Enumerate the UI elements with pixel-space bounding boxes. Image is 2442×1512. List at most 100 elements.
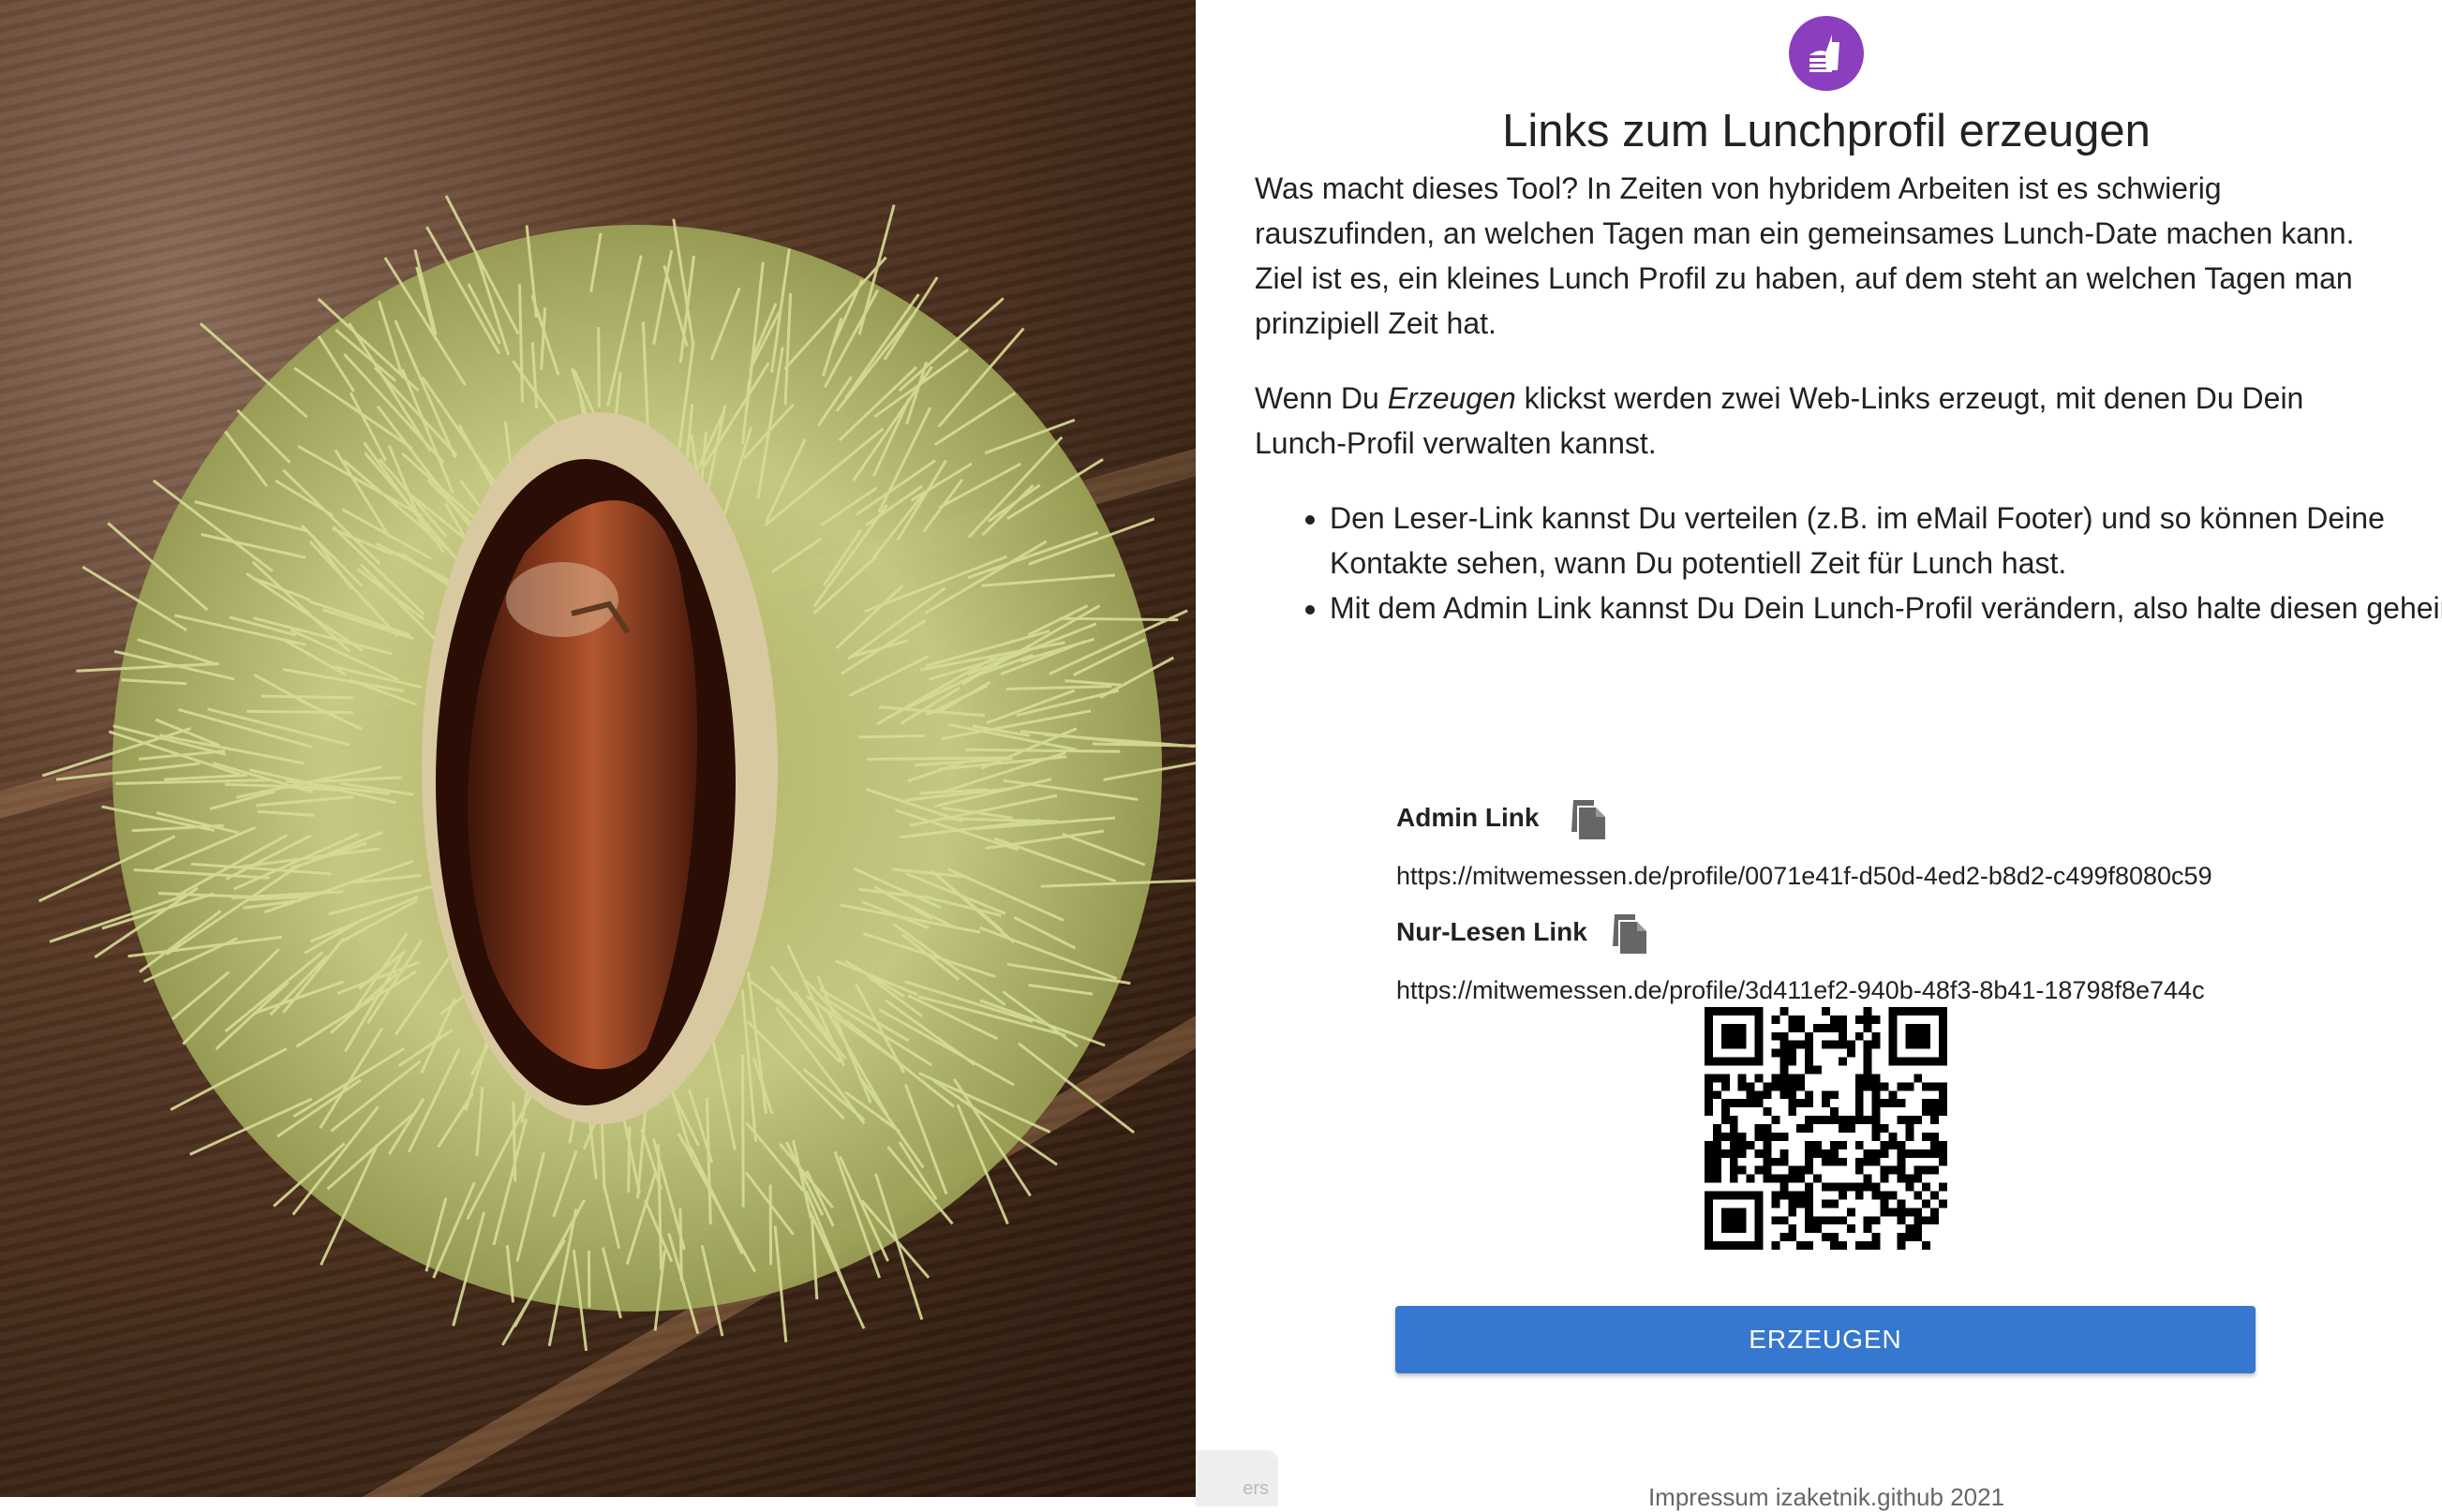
qr-module: [1805, 1216, 1814, 1225]
generate-button[interactable]: ERZEUGEN: [1395, 1306, 2256, 1373]
qr-module: [1846, 1048, 1855, 1058]
qr-module: [1822, 1199, 1830, 1208]
qr-module: [1822, 1090, 1830, 1100]
qr-module: [1796, 1191, 1806, 1200]
qr-module: [1788, 1233, 1797, 1242]
qr-module: [1763, 1082, 1772, 1091]
qr-module: [1788, 1224, 1797, 1234]
qr-module: [1829, 1090, 1839, 1100]
qr-module: [1880, 1082, 1889, 1091]
qr-module: [1829, 1216, 1839, 1225]
qr-module: [1788, 1074, 1797, 1083]
qr-module: [1805, 1224, 1814, 1234]
qr-module: [1888, 1099, 1898, 1108]
qr-module: [1729, 1149, 1738, 1158]
qr-module: [1897, 1099, 1906, 1108]
qr-module: [1737, 1074, 1747, 1083]
qr-module: [1922, 1241, 1931, 1250]
qr-module: [1805, 1116, 1814, 1125]
husk-spike: [741, 1054, 745, 1208]
qr-module: [1779, 1216, 1789, 1225]
qr-module: [1854, 1015, 1864, 1024]
qr-module: [1871, 1149, 1881, 1158]
qr-module: [1788, 1090, 1797, 1100]
qr-module: [1805, 1057, 1814, 1066]
qr-module: [1822, 1007, 1830, 1015]
qr-module: [1863, 1015, 1872, 1024]
qr-module: [1729, 1140, 1738, 1149]
qr-module: [1913, 1074, 1923, 1083]
qr-module: [1871, 1082, 1881, 1091]
page-title: Links zum Lunchprofil erzeugen: [1502, 106, 2151, 156]
qr-module: [1888, 1090, 1898, 1100]
qr-module: [1729, 1132, 1738, 1141]
qr-module: [1888, 1208, 1898, 1217]
qr-module: [1754, 1132, 1764, 1141]
copy-admin-link-icon[interactable]: [1568, 798, 1609, 841]
qr-module: [1854, 1182, 1864, 1192]
qr-module: [1813, 1140, 1823, 1149]
husk-spike: [261, 694, 353, 700]
qr-module: [1763, 1149, 1772, 1158]
qr-module: [1829, 1182, 1839, 1192]
qr-module: [1796, 1174, 1806, 1183]
qr-module: [1771, 1241, 1780, 1250]
qr-module: [1771, 1074, 1780, 1083]
qr-module: [1779, 1157, 1789, 1166]
list-item: Den Leser-Link kannst Du verteilen (z.B.…: [1330, 496, 2442, 586]
qr-module: [1705, 1149, 1713, 1158]
qr-module: [1788, 1057, 1797, 1066]
generate-explanation: Wenn Du Erzeugen klickst werden zwei Web…: [1255, 376, 2393, 466]
qr-code: [1705, 1007, 1947, 1250]
qr-module: [1838, 1182, 1847, 1192]
admin-link-url[interactable]: https://mitwemessen.de/profile/0071e41f-…: [1396, 862, 2212, 891]
qr-module: [1805, 1099, 1814, 1108]
qr-module: [1788, 1208, 1797, 1217]
qr-module: [1737, 1132, 1747, 1141]
qr-module: [1754, 1124, 1764, 1133]
qr-module: [1838, 1057, 1847, 1066]
content-panel: Links zum Lunchprofil erzeugen Was macht…: [1196, 0, 2442, 1511]
qr-module: [1805, 1241, 1814, 1250]
qr-module: [1805, 1090, 1814, 1100]
qr-module: [1805, 1140, 1814, 1149]
qr-module: [1712, 1149, 1721, 1158]
qr-module: [1905, 1116, 1914, 1125]
qr-module: [1796, 1040, 1806, 1049]
qr-module: [1838, 1140, 1847, 1149]
qr-module: [1788, 1082, 1797, 1091]
qr-module: [1805, 1149, 1814, 1158]
qr-module: [1771, 1082, 1780, 1091]
copy-readonly-link-icon[interactable]: [1609, 912, 1650, 956]
qr-module: [1913, 1216, 1923, 1225]
qr-module: [1763, 1140, 1772, 1149]
qr-module: [1805, 1040, 1814, 1049]
footer-imprint[interactable]: Impressum izaketnik.github 2021: [1196, 1483, 2442, 1512]
qr-module: [1705, 1157, 1713, 1166]
qr-module: [1888, 1132, 1898, 1141]
qr-module: [1729, 1174, 1738, 1183]
qr-module: [1939, 1199, 1947, 1208]
qr-module: [1822, 1099, 1830, 1108]
qr-module: [1863, 1082, 1872, 1091]
qr-module: [1939, 1182, 1947, 1192]
qr-module: [1771, 1216, 1780, 1225]
qr-module: [1930, 1082, 1940, 1091]
qr-module: [1796, 1199, 1806, 1208]
qr-module: [1779, 1065, 1789, 1075]
qr-module: [1813, 1065, 1823, 1075]
qr-module: [1763, 1165, 1772, 1175]
readonly-link-url[interactable]: https://mitwemessen.de/profile/3d411ef2-…: [1396, 976, 2205, 1005]
qr-module: [1880, 1199, 1889, 1208]
qr-module: [1897, 1140, 1906, 1149]
qr-module: [1805, 1031, 1814, 1041]
qr-module: [1754, 1165, 1764, 1175]
qr-module: [1712, 1157, 1721, 1166]
qr-module: [1763, 1157, 1772, 1166]
qr-module: [1880, 1208, 1889, 1217]
qr-module: [1771, 1116, 1780, 1125]
qr-module: [1829, 1023, 1839, 1032]
qr-module: [1846, 1208, 1855, 1217]
qr-module: [1863, 1174, 1872, 1183]
qr-module: [1779, 1182, 1789, 1192]
